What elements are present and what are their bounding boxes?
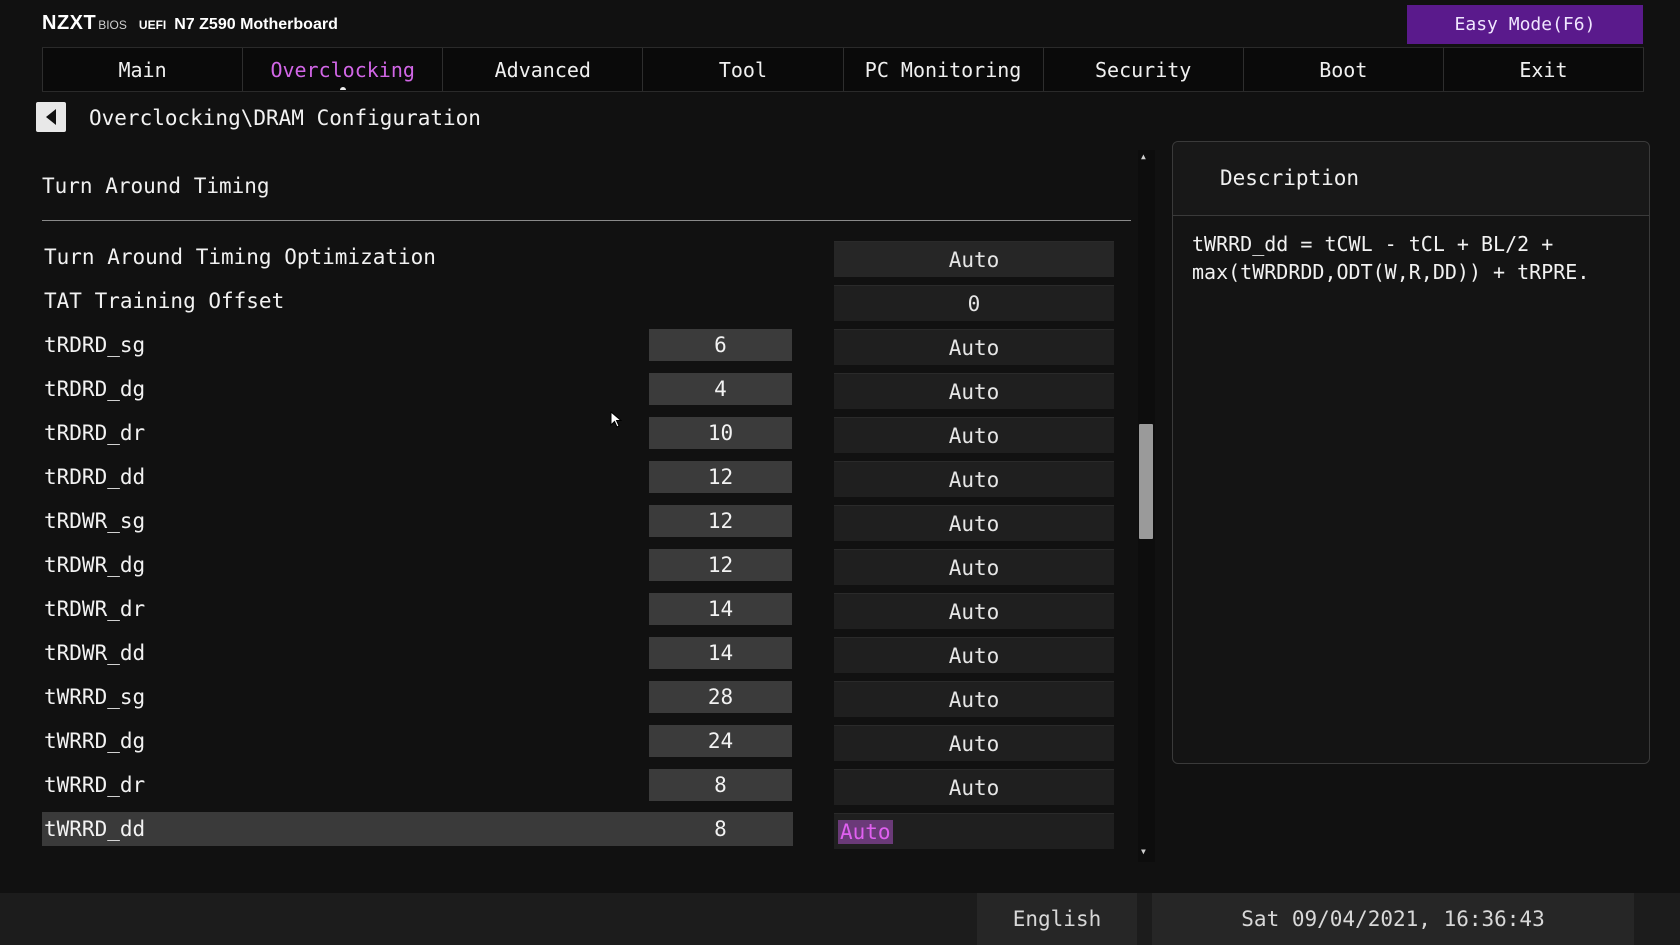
setting-label: TAT Training Offset [44, 289, 285, 313]
setting-row[interactable]: tWRRD_dr 8 Auto [42, 768, 1114, 805]
setting-label: Turn Around Timing Optimization [44, 245, 436, 269]
setting-label: tRDWR_sg [44, 509, 146, 533]
setting-row[interactable]: tWRRD_sg 28 Auto [42, 680, 1114, 717]
current-value: 6 [649, 329, 792, 361]
section-divider [42, 220, 1131, 221]
current-value: 8 [714, 817, 727, 841]
setting-label: tWRRD_sg [44, 685, 146, 709]
current-value: 8 [649, 769, 792, 801]
setting-value-text: Auto [838, 819, 893, 844]
brand: NZXT BIOS UEFI N7 Z590 Motherboard [42, 12, 338, 34]
setting-label: tRDRD_dr [44, 421, 146, 445]
current-value: 28 [649, 681, 792, 713]
tab-overclocking[interactable]: Overclocking [242, 48, 442, 91]
setting-value[interactable]: Auto [834, 549, 1114, 585]
back-button[interactable] [36, 102, 66, 132]
setting-value[interactable]: Auto [834, 329, 1114, 365]
current-value: 4 [649, 373, 792, 405]
setting-value[interactable]: Auto [834, 681, 1114, 717]
description-header: Description [1173, 142, 1649, 216]
setting-row[interactable]: TAT Training Offset 0 [42, 284, 1114, 321]
tab-security[interactable]: Security [1042, 48, 1243, 91]
setting-row[interactable]: tRDRD_dd 12 Auto [42, 460, 1114, 497]
current-value: 24 [649, 725, 792, 757]
description-panel: Description tWRRD_dd = tCWL - tCL + BL/2… [1172, 141, 1650, 764]
setting-label: tWRRD_dr [44, 773, 146, 797]
setting-value[interactable]: Auto [834, 461, 1114, 497]
setting-label: tWRRD_dd [44, 817, 146, 841]
description-title: Description [1220, 166, 1360, 190]
setting-value[interactable]: Auto [834, 241, 1114, 277]
mouse-pointer-icon [610, 411, 622, 428]
uefi-label: UEFI [138, 18, 167, 32]
description-text: tWRRD_dd = tCWL - tCL + BL/2 + max(tWRDR… [1192, 232, 1590, 284]
arrow-left-icon [46, 109, 56, 125]
language-selector[interactable]: English [977, 893, 1137, 945]
bios-label: BIOS [98, 18, 127, 32]
setting-row[interactable]: tRDRD_sg 6 Auto [42, 328, 1114, 365]
setting-row[interactable]: tRDWR_dd 14 Auto [42, 636, 1114, 673]
current-value: 10 [649, 417, 792, 449]
setting-label: tRDRD_dg [44, 377, 146, 401]
breadcrumb: Overclocking\DRAM Configuration [89, 106, 481, 130]
tab-tool[interactable]: Tool [642, 48, 842, 91]
setting-row[interactable]: tWRRD_dg 24 Auto [42, 724, 1114, 761]
setting-label: tRDRD_sg [44, 333, 146, 357]
setting-label: tRDWR_dr [44, 597, 146, 621]
setting-value[interactable]: Auto [834, 593, 1114, 629]
setting-value[interactable]: Auto [834, 637, 1114, 673]
tab-advanced[interactable]: Advanced [442, 48, 642, 91]
setting-label: tRDRD_dd [44, 465, 146, 489]
motherboard-model: N7 Z590 Motherboard [174, 16, 338, 33]
tab-boot[interactable]: Boot [1242, 48, 1443, 91]
setting-row[interactable]: Turn Around Timing Optimization Auto [42, 240, 1114, 277]
setting-row[interactable]: tRDRD_dr 10 Auto [42, 416, 1114, 453]
setting-row[interactable]: tRDWR_dg 12 Auto [42, 548, 1114, 585]
tab-exit[interactable]: Exit [1442, 48, 1644, 91]
setting-value[interactable]: 0 [834, 285, 1114, 321]
current-value: 14 [649, 637, 792, 669]
setting-row[interactable]: tRDWR_dr 14 Auto [42, 592, 1114, 629]
setting-row-selected[interactable]: tWRRD_dd 8 Auto [42, 812, 1114, 849]
setting-value[interactable]: Auto [834, 373, 1114, 409]
setting-row[interactable]: tRDWR_sg 12 Auto [42, 504, 1114, 541]
section-title: Turn Around Timing [42, 174, 270, 198]
setting-label: tRDWR_dg [44, 553, 146, 577]
current-value: 14 [649, 593, 792, 625]
easy-mode-button[interactable]: Easy Mode(F6) [1407, 5, 1643, 44]
tab-main[interactable]: Main [42, 48, 242, 91]
date-time: Sat 09/04/2021, 16:36:43 [1152, 893, 1634, 945]
tab-pc-monitoring[interactable]: PC Monitoring [842, 48, 1043, 91]
setting-value[interactable]: Auto [834, 417, 1114, 453]
scroll-up-arrow-icon[interactable]: ▲ [1141, 152, 1146, 161]
scrollbar-thumb[interactable] [1139, 424, 1153, 539]
setting-value[interactable]: Auto [834, 813, 1114, 849]
current-value: 12 [649, 549, 792, 581]
setting-label: tWRRD_dg [44, 729, 146, 753]
current-value: 12 [649, 461, 792, 493]
setting-row[interactable]: tRDRD_dg 4 Auto [42, 372, 1114, 409]
main-tabs: Main Overclocking Advanced Tool PC Monit… [42, 47, 1644, 92]
setting-value[interactable]: Auto [834, 769, 1114, 805]
setting-label: tRDWR_dd [44, 641, 146, 665]
setting-value[interactable]: Auto [834, 725, 1114, 761]
current-value: 12 [649, 505, 792, 537]
nzxt-logo: NZXT [42, 12, 97, 34]
scroll-down-arrow-icon[interactable]: ▼ [1141, 847, 1146, 856]
setting-value[interactable]: Auto [834, 505, 1114, 541]
